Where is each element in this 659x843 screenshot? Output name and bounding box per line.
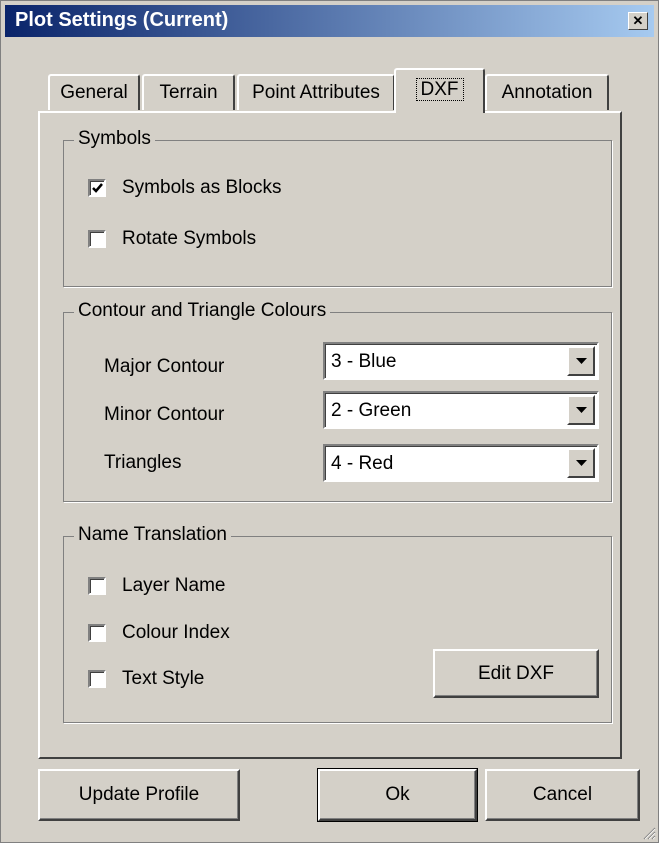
check-mark-icon	[92, 183, 103, 193]
chevron-down-icon	[576, 407, 587, 413]
text-style-label[interactable]: Text Style	[122, 668, 204, 690]
update-profile-label: Update Profile	[78, 784, 200, 805]
triangles-label: Triangles	[104, 452, 182, 473]
tab-point-attributes[interactable]: Point Attributes	[237, 74, 395, 110]
tab-annotation[interactable]: Annotation	[485, 74, 609, 110]
cancel-button[interactable]: Cancel	[485, 769, 640, 821]
edit-dxf-button[interactable]: Edit DXF	[433, 649, 599, 698]
cancel-label: Cancel	[532, 784, 593, 805]
chevron-down-icon	[576, 460, 587, 466]
close-button[interactable]: ✕	[628, 12, 648, 30]
tab-terrain-label: Terrain	[159, 82, 218, 103]
ok-label: Ok	[385, 784, 410, 805]
layer-name-checkbox[interactable]	[88, 577, 106, 595]
name-translation-legend: Name Translation	[74, 524, 231, 546]
minor-contour-value: 2 - Green	[331, 400, 412, 421]
symbols-as-blocks-label[interactable]: Symbols as Blocks	[122, 177, 281, 199]
rotate-symbols-checkbox[interactable]	[88, 230, 106, 248]
window-title: Plot Settings (Current)	[15, 9, 229, 31]
symbols-as-blocks-checkbox[interactable]	[88, 179, 106, 197]
tab-general-label: General	[60, 82, 128, 103]
resize-grip-icon[interactable]	[640, 824, 656, 840]
triangles-select[interactable]: 4 - Red	[323, 444, 599, 482]
tab-point-attributes-label: Point Attributes	[252, 82, 380, 103]
tab-panel-dxf: Symbols Symbols as Blocks Rotate Symbols…	[38, 111, 622, 759]
text-style-checkbox[interactable]	[88, 670, 106, 688]
minor-contour-label: Minor Contour	[104, 404, 225, 425]
major-contour-label: Major Contour	[104, 356, 225, 377]
rotate-symbols-label[interactable]: Rotate Symbols	[122, 228, 256, 250]
colour-index-label[interactable]: Colour Index	[122, 622, 230, 644]
triangles-value: 4 - Red	[331, 453, 394, 474]
symbols-group: Symbols Symbols as Blocks Rotate Symbols	[63, 128, 612, 287]
tab-dxf-label: DXF	[415, 78, 464, 101]
name-translation-group: Name Translation Layer Name Colour Index…	[63, 524, 612, 723]
symbols-legend: Symbols	[74, 128, 155, 150]
major-contour-select[interactable]: 3 - Blue	[323, 342, 599, 380]
colours-legend: Contour and Triangle Colours	[74, 300, 331, 322]
update-profile-button[interactable]: Update Profile	[38, 769, 240, 821]
plot-settings-dialog: Plot Settings (Current) ✕ General Terrai…	[0, 0, 659, 843]
tab-terrain[interactable]: Terrain	[142, 74, 235, 110]
minor-contour-dropdown-button[interactable]	[567, 395, 595, 425]
tab-general[interactable]: General	[48, 74, 140, 110]
chevron-down-icon	[576, 358, 587, 364]
major-contour-dropdown-button[interactable]	[567, 346, 595, 376]
colour-index-checkbox[interactable]	[88, 624, 106, 642]
minor-contour-select[interactable]: 2 - Green	[323, 391, 599, 429]
layer-name-label[interactable]: Layer Name	[122, 575, 226, 597]
tab-dxf[interactable]: DXF	[394, 68, 485, 113]
edit-dxf-label: Edit DXF	[477, 663, 555, 684]
colours-group: Contour and Triangle Colours Major Conto…	[63, 300, 612, 502]
major-contour-value: 3 - Blue	[331, 351, 397, 372]
title-bar[interactable]: Plot Settings (Current) ✕	[5, 5, 654, 37]
close-icon: ✕	[632, 13, 644, 28]
triangles-dropdown-button[interactable]	[567, 448, 595, 478]
ok-button[interactable]: Ok	[317, 768, 478, 822]
tab-annotation-label: Annotation	[501, 82, 593, 103]
